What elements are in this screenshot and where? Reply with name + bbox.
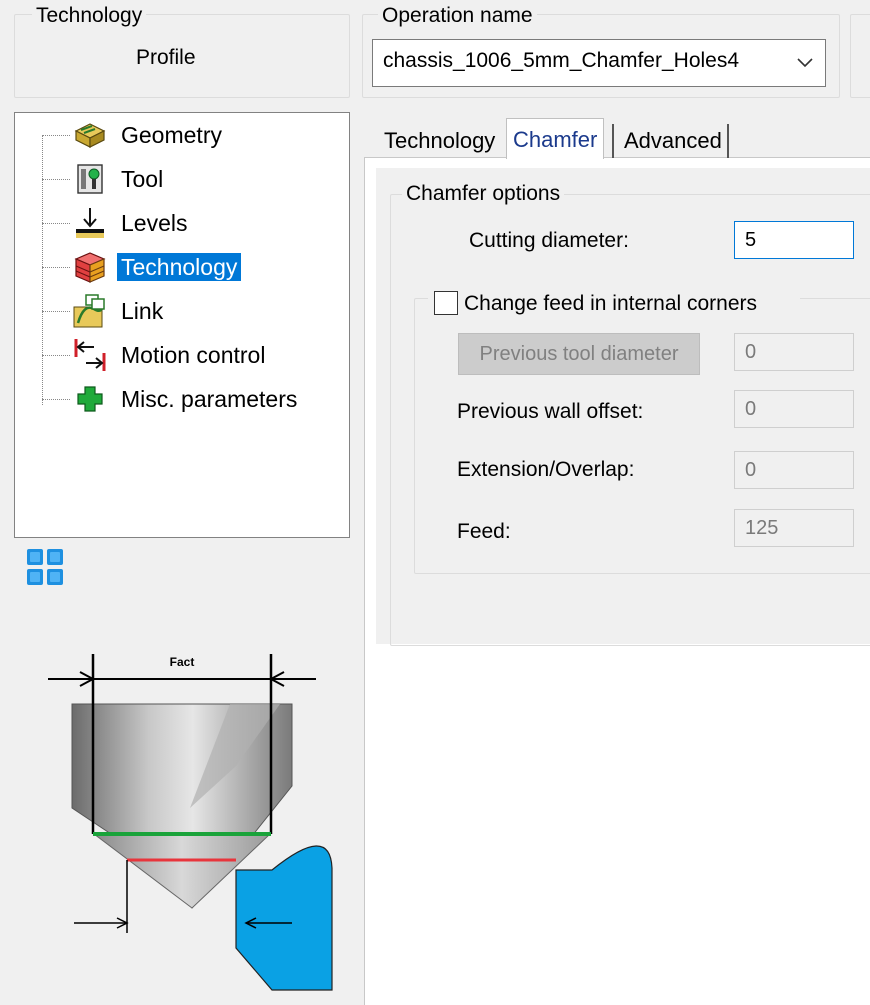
previous-tool-diameter-input[interactable]: 0 — [734, 333, 854, 371]
tree-item-geometry[interactable]: Geometry — [42, 115, 342, 155]
tree-item-levels[interactable]: Levels — [42, 203, 342, 243]
previous-wall-offset-input[interactable]: 0 — [734, 390, 854, 428]
tree-branch — [42, 223, 70, 224]
technology-value: Profile — [136, 46, 196, 69]
tree-label-geometry: Geometry — [121, 122, 222, 148]
chamfer-options-label: Chamfer options — [402, 182, 565, 206]
tree-branch — [42, 311, 70, 312]
motion-control-icon — [74, 339, 106, 371]
misc-parameters-icon — [77, 386, 103, 412]
link-icon — [73, 294, 105, 328]
tree-branch — [42, 179, 70, 180]
cutting-diameter-label: Cutting diameter: — [469, 229, 629, 252]
tree-label-levels: Levels — [121, 210, 188, 236]
tab-technology[interactable]: Technology — [378, 124, 501, 158]
tree-label-motion-control: Motion control — [121, 342, 266, 368]
tab-advanced[interactable]: Advanced — [618, 124, 728, 158]
operation-name-group-label: Operation name — [378, 4, 537, 28]
feed-label: Feed: — [457, 520, 511, 543]
right-partial-group — [850, 14, 870, 98]
chamfer-diagram: Fact — [48, 654, 333, 991]
extension-overlap-input[interactable]: 0 — [734, 451, 854, 489]
operation-name-combo[interactable]: chassis_1006_5mm_Chamfer_Holes4 — [372, 39, 826, 87]
technology-group-label: Technology — [32, 4, 147, 28]
tree-label-link: Link — [121, 298, 164, 324]
levels-icon — [76, 208, 104, 238]
tree-label-tool: Tool — [121, 166, 164, 192]
change-feed-label: Change feed in internal corners — [464, 292, 758, 315]
tree-item-motion-control[interactable]: Motion control — [42, 335, 342, 375]
workpiece-shape — [235, 845, 333, 991]
tree-label-technology: Technology — [117, 253, 242, 281]
previous-tool-diameter-button[interactable]: Previous tool diameter — [458, 333, 700, 375]
feed-input[interactable]: 125 — [734, 509, 854, 547]
tree-branch — [42, 355, 70, 356]
layout-grid-icon[interactable] — [26, 548, 64, 586]
chevron-down-icon — [797, 58, 813, 68]
tree-branch — [42, 399, 70, 400]
change-feed-checkbox[interactable] — [434, 291, 458, 315]
tool-icon — [77, 164, 103, 194]
tab-chamfer[interactable]: Chamfer — [506, 118, 605, 159]
technology-icon — [74, 252, 106, 283]
tab-separator — [612, 124, 614, 158]
tree-item-link[interactable]: Link — [42, 291, 342, 331]
tree-item-technology[interactable]: Technology — [42, 247, 342, 287]
tree-branch — [42, 267, 70, 268]
operation-name-value: chassis_1006_5mm_Chamfer_Holes4 — [383, 49, 740, 72]
tab-separator — [727, 124, 729, 158]
previous-wall-offset-label: Previous wall offset: — [457, 400, 644, 423]
parameter-tree: Geometry Tool Levels Technology Link Mot… — [14, 112, 350, 538]
cutting-diameter-input[interactable]: 5 — [734, 221, 854, 259]
tree-label-misc-parameters: Misc. parameters — [121, 386, 298, 412]
tree-branch — [42, 135, 70, 136]
dimension-label: Fact — [170, 655, 195, 669]
extension-overlap-label: Extension/Overlap: — [457, 458, 635, 481]
tree-item-misc-parameters[interactable]: Misc. parameters — [42, 379, 342, 419]
tree-item-tool[interactable]: Tool — [42, 159, 342, 199]
geometry-icon — [74, 123, 106, 148]
